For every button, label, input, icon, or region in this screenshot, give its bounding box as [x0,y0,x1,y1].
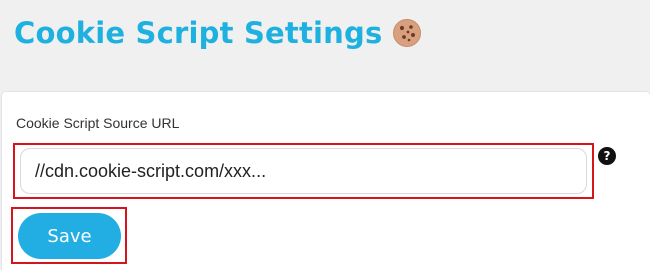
cookie-script-url-input[interactable] [20,148,587,194]
settings-panel: Cookie Script Source URL ? Save [2,92,650,270]
page-title: Cookie Script Settings [14,16,383,50]
url-field-highlight [13,143,594,199]
cookie-icon [392,18,422,48]
save-button[interactable]: Save [18,213,121,259]
help-icon[interactable]: ? [598,147,616,165]
settings-page: Cookie Script Settings Cookie Script Sou… [0,0,650,270]
page-header: Cookie Script Settings [14,16,422,50]
save-button-highlight: Save [11,207,127,264]
url-field-label: Cookie Script Source URL [16,115,180,131]
